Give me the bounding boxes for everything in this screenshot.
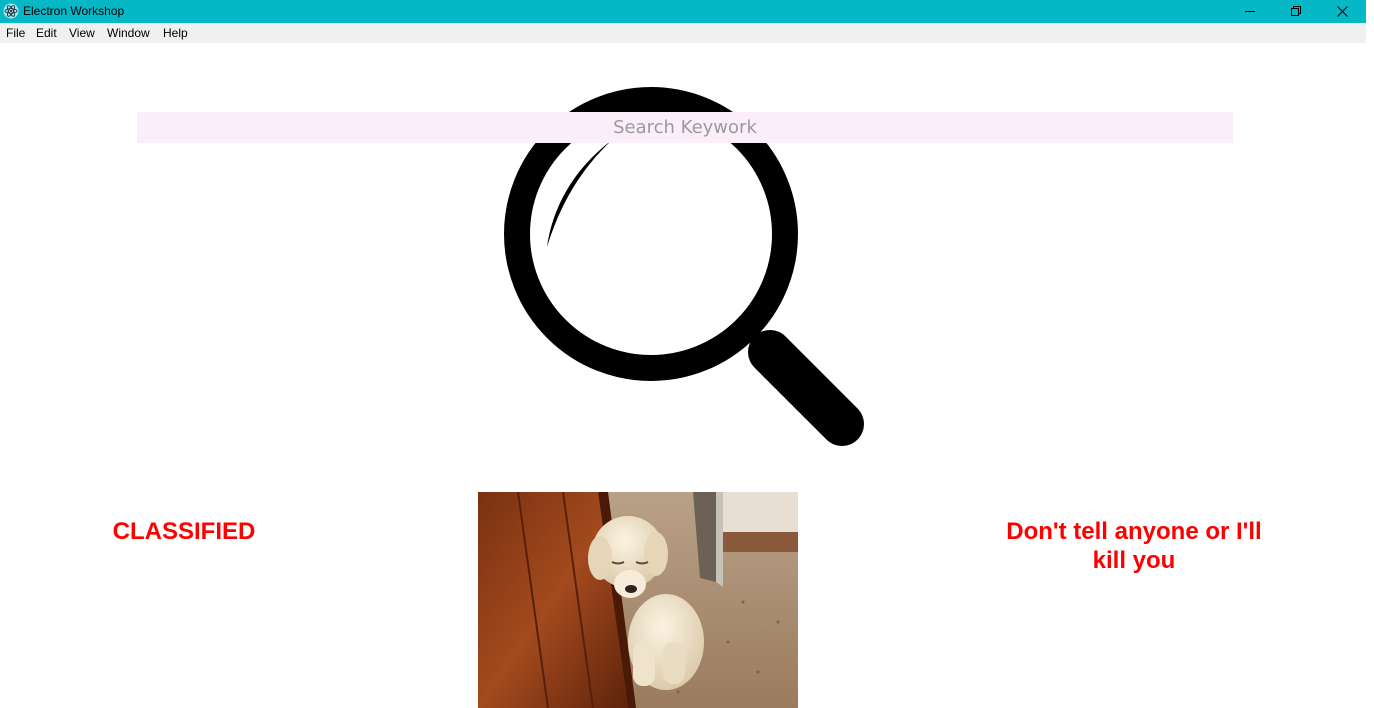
minimize-button[interactable]	[1228, 0, 1274, 23]
search-input[interactable]	[137, 112, 1233, 143]
menu-bar: File Edit View Window Help	[0, 23, 1366, 43]
warning-message: Don't tell anyone or I'll kill you	[1006, 518, 1262, 574]
window-title: Electron Workshop	[23, 4, 125, 18]
close-button[interactable]	[1320, 0, 1366, 23]
minimize-icon	[1245, 11, 1255, 12]
menu-view[interactable]: View	[69, 26, 95, 40]
menu-edit[interactable]: Edit	[36, 26, 57, 40]
electron-app-icon	[3, 3, 19, 19]
restore-icon	[1291, 6, 1301, 16]
puppy-photo	[478, 492, 798, 708]
title-bar[interactable]: Electron Workshop	[0, 0, 1366, 23]
classified-label: CLASSIFIED	[112, 518, 256, 545]
close-icon	[1337, 6, 1348, 17]
menu-file[interactable]: File	[6, 26, 25, 40]
menu-window[interactable]: Window	[107, 26, 150, 40]
menu-help[interactable]: Help	[163, 26, 188, 40]
restore-button[interactable]	[1274, 0, 1320, 23]
